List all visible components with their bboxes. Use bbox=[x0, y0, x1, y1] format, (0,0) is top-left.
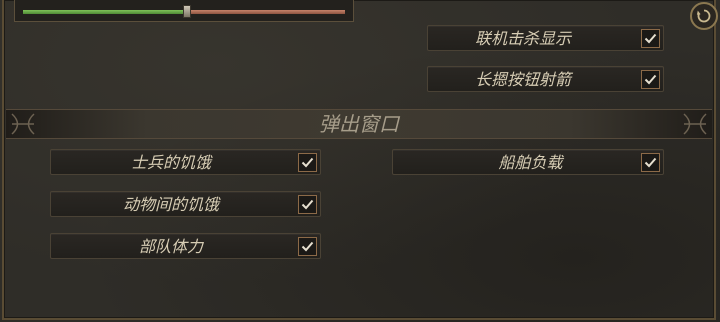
volume-slider-track[interactable] bbox=[23, 5, 345, 18]
option-row-troop-stamina[interactable]: 部队体力 bbox=[50, 233, 321, 259]
section-title: 弹出窗口 bbox=[319, 112, 399, 136]
check-icon bbox=[301, 157, 314, 168]
option-label: 部队体力 bbox=[138, 237, 203, 256]
checkbox-troop-stamina[interactable] bbox=[298, 237, 317, 256]
refresh-icon bbox=[696, 9, 711, 23]
check-icon bbox=[644, 157, 657, 168]
option-row-ship-cargo[interactable]: 船舶负载 bbox=[392, 149, 664, 175]
option-row-soldier-hunger[interactable]: 士兵的饥饿 bbox=[50, 149, 321, 175]
checkbox-hold-to-fire[interactable] bbox=[641, 70, 660, 89]
option-row-animal-hunger[interactable]: 动物间的饥饿 bbox=[50, 191, 321, 217]
check-icon bbox=[301, 199, 314, 210]
checkbox-ship-cargo[interactable] bbox=[641, 153, 660, 172]
option-label: 士兵的饥饿 bbox=[130, 153, 211, 172]
refresh-button[interactable] bbox=[690, 2, 718, 30]
option-label: 船舶负载 bbox=[498, 153, 563, 172]
option-row-kill-display[interactable]: 联机击杀显示 bbox=[427, 25, 664, 51]
volume-slider-remainder bbox=[187, 10, 345, 14]
option-label: 联机击杀显示 bbox=[474, 29, 571, 48]
check-icon bbox=[644, 74, 657, 85]
check-icon bbox=[301, 241, 314, 252]
volume-slider-fill bbox=[23, 10, 188, 14]
option-row-hold-to-fire[interactable]: 长摁按钮射箭 bbox=[427, 66, 664, 92]
option-label: 动物间的饥饿 bbox=[122, 195, 219, 214]
checkbox-animal-hunger[interactable] bbox=[298, 195, 317, 214]
check-icon bbox=[644, 33, 657, 44]
option-label: 长摁按钮射箭 bbox=[474, 70, 571, 89]
right-ornament-icon bbox=[683, 113, 707, 135]
checkbox-soldier-hunger[interactable] bbox=[298, 153, 317, 172]
section-header-popups: 弹出窗口 bbox=[6, 109, 712, 139]
checkbox-kill-display[interactable] bbox=[641, 29, 660, 48]
volume-slider-panel bbox=[14, 0, 354, 22]
volume-slider-handle[interactable] bbox=[183, 5, 192, 18]
